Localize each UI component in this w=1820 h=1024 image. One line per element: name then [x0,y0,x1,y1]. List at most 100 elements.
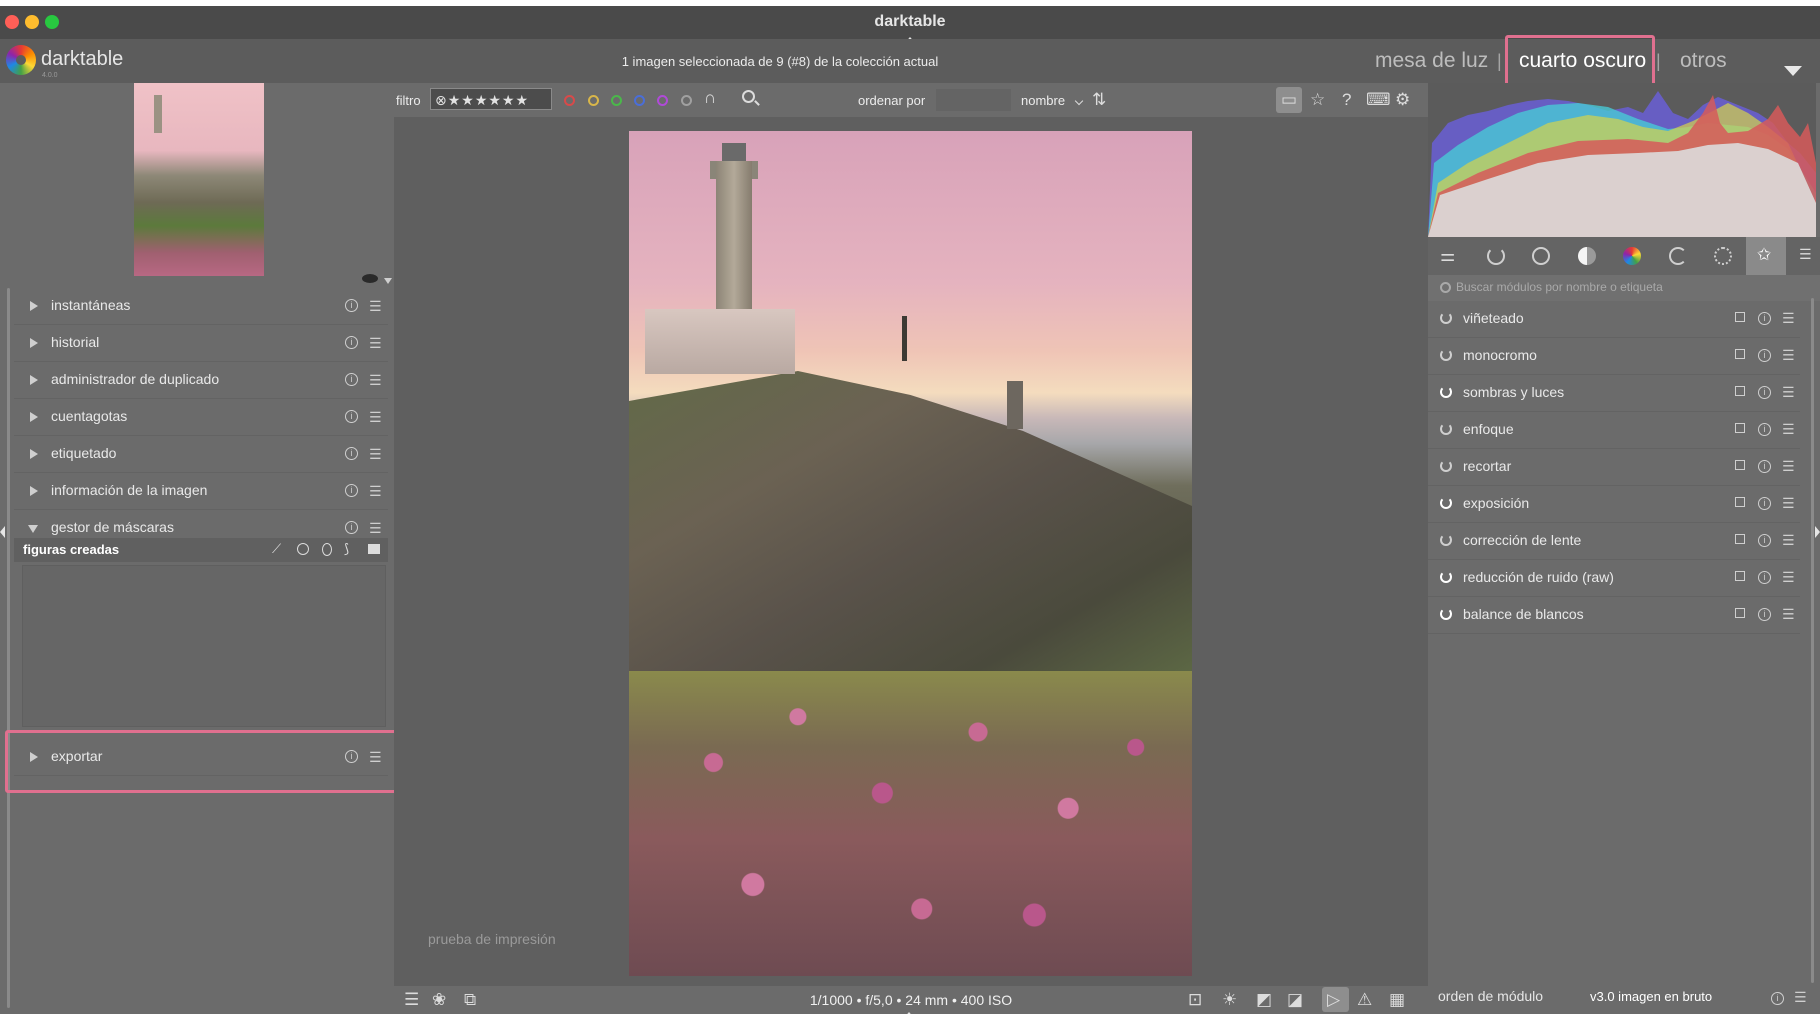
path-shape-icon[interactable]: ⟆ [344,542,356,555]
presets-menu-icon[interactable]: ☰ [369,483,382,500]
presets-menu-icon[interactable]: ☰ [369,298,382,315]
reset-icon[interactable]: i [345,299,358,312]
gear-icon[interactable]: ⚙ [1395,90,1410,110]
module-white-balance[interactable]: balance de blancos i ☰ [1428,597,1800,634]
color-assessment-icon[interactable]: ☀ [1222,990,1237,1010]
color-op-icon[interactable]: ∩ [704,88,716,108]
multi-instance-icon[interactable] [1735,312,1745,322]
rating-filter[interactable]: ⊗★★★★★★ [430,88,552,110]
group-presets-menu-icon[interactable]: ☰ [1799,246,1812,263]
quick-access-panel-icon[interactable]: ⚌ [1440,246,1455,266]
module-history[interactable]: historial i ☰ [14,325,388,362]
multi-instance-icon[interactable] [1735,349,1745,359]
reset-icon[interactable]: i [1758,423,1771,436]
module-raw-denoise[interactable]: reducción de ruido (raw) i ☰ [1428,560,1800,597]
active-modules-power-icon[interactable] [1487,247,1505,265]
presets-menu-icon[interactable]: ☰ [369,520,382,537]
module-tagging[interactable]: etiquetado i ☰ [14,436,388,473]
multi-instance-icon[interactable] [1735,608,1745,618]
module-sharpen[interactable]: enfoque i ☰ [1428,412,1800,449]
presets-menu-icon[interactable]: ☰ [1782,384,1795,401]
presets-menu-icon[interactable]: ☰ [1782,606,1795,623]
star-icon[interactable]: ☆ [1310,90,1325,110]
presets-menu-icon[interactable]: ☰ [1794,989,1807,1006]
reset-icon[interactable]: i [345,336,358,349]
power-icon[interactable] [1440,571,1452,583]
multi-instance-icon[interactable] [1735,534,1745,544]
thumbnail-toggle-icon[interactable] [362,274,378,283]
reset-icon[interactable]: i [345,484,358,497]
sort-chevron-down-icon[interactable] [1074,96,1084,106]
help-icon[interactable]: ? [1342,90,1351,110]
search-icon[interactable] [742,90,755,103]
module-image-information[interactable]: información de la imagen i ☰ [14,473,388,510]
power-icon[interactable] [1440,349,1452,361]
correct-group-icon[interactable] [1669,247,1687,265]
view-lighttable[interactable]: mesa de luz [1375,49,1488,73]
presets-menu-icon[interactable]: ☰ [1782,569,1795,586]
softproof-icon[interactable]: ▷ [1327,990,1340,1010]
sort-order-icon[interactable]: ⇅ [1092,90,1106,110]
raw-overexposed-icon[interactable]: ◩ [1256,990,1272,1010]
color-label-blue[interactable] [634,95,645,106]
multi-instance-icon[interactable] [1735,497,1745,507]
gradient-shape-icon[interactable] [368,544,380,554]
brush-shape-icon[interactable]: ⟋ [272,542,284,555]
effects-star-icon[interactable]: ✩ [1757,245,1771,265]
collapse-bottom-panel-arrow[interactable] [903,1012,915,1014]
module-color-picker[interactable]: cuentagotas i ☰ [14,399,388,436]
keyboard-icon[interactable]: ⌨ [1366,90,1391,110]
color-label-red[interactable] [564,95,575,106]
overlays-icon[interactable]: ▭ [1281,90,1297,110]
histogram[interactable] [1428,83,1816,237]
reset-icon[interactable]: i [1758,608,1771,621]
reset-icon[interactable]: i [345,373,358,386]
module-lens-correction[interactable]: corrección de lente i ☰ [1428,523,1800,560]
right-panel-scrollbar[interactable] [1811,298,1814,983]
module-snapshots[interactable]: instantáneas i ☰ [14,288,388,325]
guides-icon[interactable]: ▦ [1389,990,1405,1010]
module-search-field[interactable]: Buscar módulos por nombre o etiqueta [1428,275,1820,301]
color-label-yellow[interactable] [588,95,599,106]
tone-group-icon[interactable] [1578,247,1596,265]
reset-icon[interactable]: i [1758,460,1771,473]
reset-icon[interactable]: i [1758,497,1771,510]
power-icon[interactable] [1440,534,1452,546]
reset-icon[interactable]: i [345,521,358,534]
gamut-check-icon[interactable]: ⚠ [1357,990,1372,1010]
presets-menu-icon[interactable]: ☰ [369,446,382,463]
color-label-gray[interactable] [681,95,692,106]
navigation-thumbnail[interactable] [134,83,264,276]
power-icon[interactable] [1440,386,1452,398]
module-vignette[interactable]: viñeteado i ☰ [1428,301,1800,338]
presets-menu-icon[interactable]: ☰ [1782,310,1795,327]
multi-instance-icon[interactable] [1735,571,1745,581]
effect-group-icon[interactable] [1714,247,1732,265]
module-order-value[interactable]: v3.0 imagen en bruto [1590,989,1712,1004]
presets-menu-icon[interactable]: ☰ [369,372,382,389]
power-icon[interactable] [1440,312,1452,324]
views-menu-chevron-down-icon[interactable] [1784,66,1802,76]
power-icon[interactable] [1440,497,1452,509]
reset-icon[interactable]: i [1758,312,1771,325]
module-shadows-highlights[interactable]: sombras y luces i ☰ [1428,375,1800,412]
sort-field[interactable] [936,89,1011,111]
presets-menu-icon[interactable]: ☰ [1782,495,1795,512]
presets-menu-icon[interactable]: ☰ [369,409,382,426]
circle-shape-icon[interactable] [297,543,309,555]
module-monochrome[interactable]: monocromo i ☰ [1428,338,1800,375]
focus-peaking-icon[interactable]: ⊡ [1188,990,1202,1010]
reset-icon[interactable]: i [1758,349,1771,362]
presets-menu-icon[interactable]: ☰ [369,335,382,352]
multi-instance-icon[interactable] [1735,460,1745,470]
reset-icon[interactable]: i [1758,571,1771,584]
thumbnail-chevron-down-icon[interactable] [384,278,392,284]
module-export[interactable]: exportar i ☰ [14,739,388,776]
edited-photo[interactable] [629,131,1192,976]
view-darkroom[interactable]: cuarto oscuro [1519,49,1646,73]
created-shapes-list[interactable] [22,565,386,727]
reset-icon[interactable]: i [1758,534,1771,547]
module-duplicate-manager[interactable]: administrador de duplicado i ☰ [14,362,388,399]
left-panel-scrollbar[interactable] [7,288,10,1008]
presets-menu-icon[interactable]: ☰ [1782,421,1795,438]
